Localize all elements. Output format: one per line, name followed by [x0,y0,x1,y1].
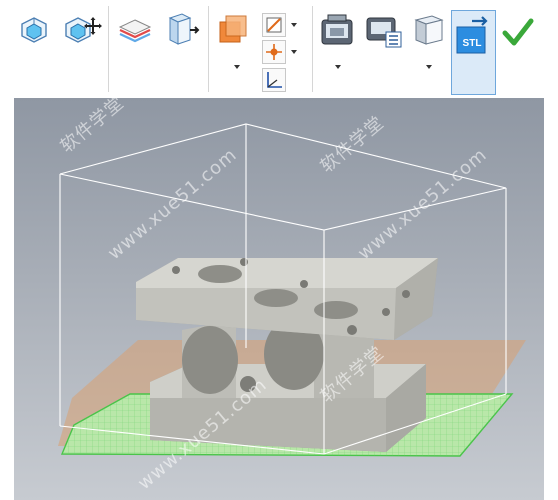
view-cube-button[interactable] [16,12,52,48]
chevron-down-icon[interactable] [232,62,242,72]
chevron-down-icon[interactable] [289,47,299,57]
orange-square-icon [219,15,247,43]
checkmark-icon [502,18,534,46]
print-preview-button[interactable] [318,12,356,48]
3d-viewport[interactable]: 软件学堂 www.xue51.com 软件学堂 www.xue51.com 软件… [14,98,544,500]
orange-square-button[interactable] [216,12,250,46]
toolbar-separator [312,6,313,92]
chevron-down-icon[interactable] [333,62,343,72]
box-button[interactable] [410,10,446,50]
view-move-button[interactable] [62,12,102,48]
print-preview-icon [321,14,353,45]
stl-export-button[interactable]: STL [451,10,496,95]
view-orbit-icon [65,17,102,43]
plane-line-button[interactable] [262,13,286,37]
point-icon [266,44,282,60]
box-icon [414,15,444,45]
chevron-down-icon[interactable] [424,62,434,72]
print-settings-icon [366,17,402,48]
confirm-button[interactable] [502,16,534,48]
view-cube-icon [21,17,47,43]
chevron-down-icon[interactable] [289,20,299,30]
stl-export-icon [456,16,488,54]
toolbar-separator [208,6,209,92]
point-button[interactable] [262,40,286,64]
stl-label: STL [462,38,482,49]
layers-button[interactable] [116,12,154,48]
plane-line-icon [266,17,282,33]
axis-button[interactable] [262,68,286,92]
layers-icon [118,19,152,43]
export-box-icon [168,13,200,45]
export-box-button[interactable] [160,10,204,50]
print-settings-button[interactable] [364,12,404,50]
toolbar-separator [108,6,109,92]
toolbar: STL [0,0,558,98]
axis-icon [267,72,282,88]
